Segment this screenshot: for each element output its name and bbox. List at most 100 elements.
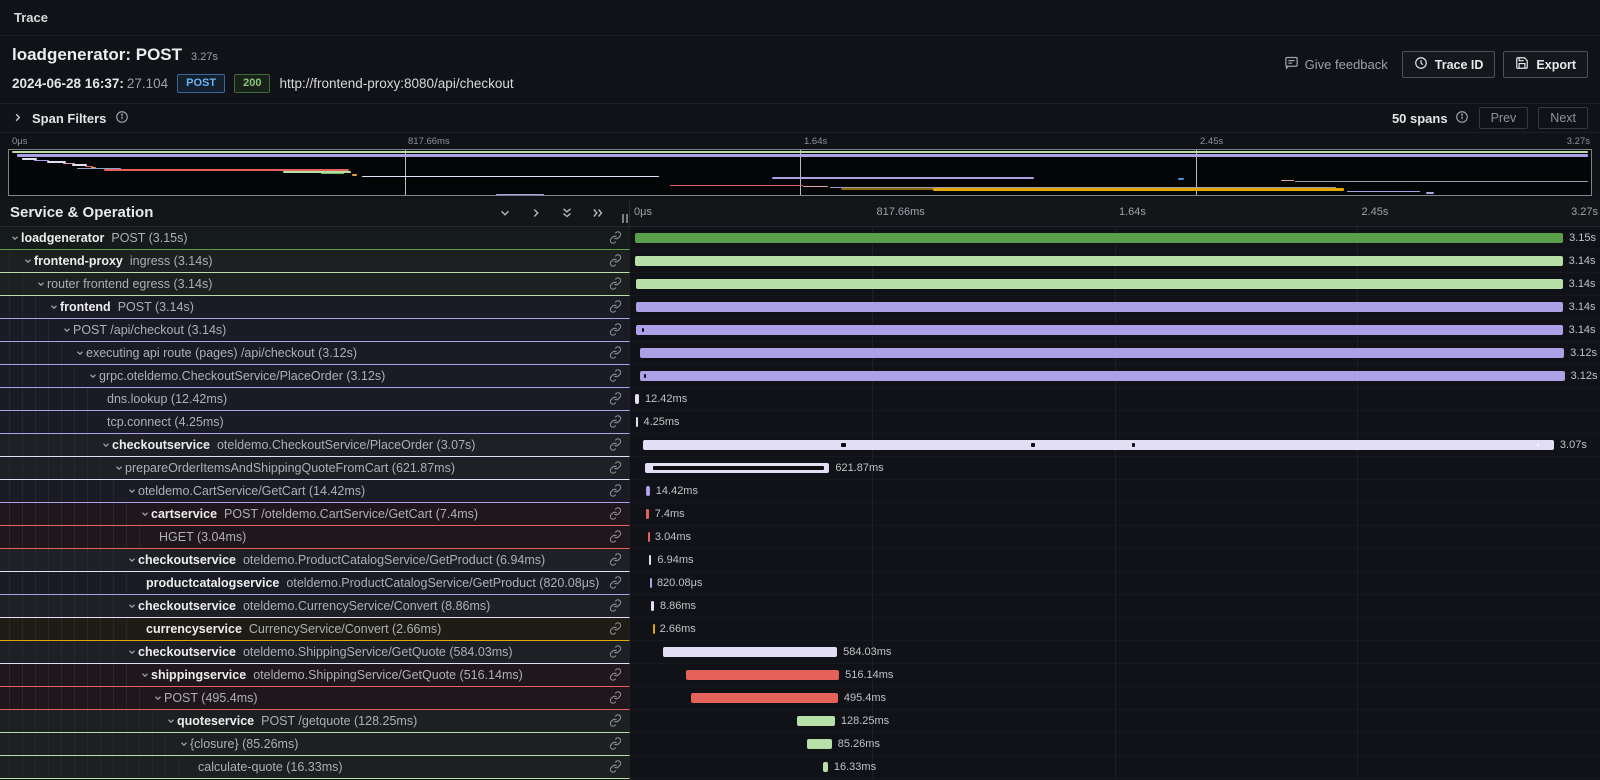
span-name-cell[interactable]: shippingserviceoteldemo.ShippingService/… [0, 664, 630, 687]
collapse-chevron-icon[interactable] [138, 670, 151, 680]
info-icon[interactable] [1455, 110, 1469, 127]
span-duration-bar[interactable] [650, 578, 652, 588]
trace-id-button[interactable]: Trace ID [1402, 51, 1496, 78]
span-duration-bar[interactable] [636, 417, 638, 427]
span-link-icon[interactable] [609, 484, 622, 502]
span-timeline-cell[interactable]: 3.12s [630, 365, 1600, 388]
span-name-cell[interactable]: productcatalogserviceoteldemo.ProductCat… [0, 572, 630, 595]
span-duration-bar[interactable] [686, 670, 839, 680]
span-link-icon[interactable] [609, 760, 622, 778]
span-link-icon[interactable] [609, 737, 622, 755]
span-duration-bar[interactable] [648, 532, 650, 542]
collapse-one-icon[interactable] [498, 206, 512, 220]
minimap-canvas[interactable] [8, 149, 1592, 196]
collapse-chevron-icon[interactable] [125, 601, 138, 611]
span-duration-bar[interactable] [807, 739, 832, 749]
span-link-icon[interactable] [609, 622, 622, 640]
span-link-icon[interactable] [609, 507, 622, 525]
span-duration-bar[interactable] [635, 233, 1563, 243]
collapse-chevron-icon[interactable] [112, 463, 125, 473]
span-name-cell[interactable]: tcp.connect (4.25ms) [0, 411, 630, 434]
span-name-cell[interactable]: frontend-proxyingress (3.14s) [0, 250, 630, 273]
span-link-icon[interactable] [609, 415, 622, 433]
span-duration-bar[interactable] [649, 555, 651, 565]
span-name-cell[interactable]: checkoutserviceoteldemo.CurrencyService/… [0, 595, 630, 618]
collapse-chevron-icon[interactable] [99, 440, 112, 450]
span-timeline-cell[interactable]: 495.4ms [630, 687, 1600, 710]
span-name-cell[interactable]: dns.lookup (12.42ms) [0, 388, 630, 411]
give-feedback-button[interactable]: Give feedback [1278, 51, 1394, 77]
span-timeline-cell[interactable]: 128.25ms [630, 710, 1600, 733]
span-duration-bar[interactable] [635, 256, 1562, 266]
span-name-cell[interactable]: executing api route (pages) /api/checkou… [0, 342, 630, 365]
span-timeline-cell[interactable]: 820.08μs [630, 572, 1600, 595]
span-name-cell[interactable]: HGET (3.04ms) [0, 526, 630, 549]
span-timeline-cell[interactable]: 6.94ms [630, 549, 1600, 572]
span-duration-bar[interactable] [635, 394, 639, 404]
span-timeline-cell[interactable]: 3.14s [630, 319, 1600, 342]
span-link-icon[interactable] [609, 530, 622, 548]
collapse-chevron-icon[interactable] [73, 348, 86, 358]
span-timeline-cell[interactable]: 3.14s [630, 273, 1600, 296]
export-button[interactable]: Export [1503, 51, 1588, 78]
collapse-chevron-icon[interactable] [138, 509, 151, 519]
span-timeline-cell[interactable]: 584.03ms [630, 641, 1600, 664]
span-timeline-cell[interactable]: 2.66ms [630, 618, 1600, 641]
collapse-chevron-icon[interactable] [125, 555, 138, 565]
span-duration-bar[interactable] [643, 440, 1554, 450]
info-icon[interactable] [115, 110, 129, 127]
span-duration-bar[interactable] [651, 601, 654, 611]
span-link-icon[interactable] [609, 553, 622, 571]
prev-span-button[interactable]: Prev [1479, 107, 1529, 129]
span-timeline-cell[interactable]: 516.14ms [630, 664, 1600, 687]
span-timeline-cell[interactable]: 8.86ms [630, 595, 1600, 618]
collapse-chevron-icon[interactable] [164, 716, 177, 726]
span-name-cell[interactable]: calculate-quote (16.33ms) [0, 756, 630, 779]
collapse-chevron-icon[interactable] [125, 647, 138, 657]
span-timeline-cell[interactable]: 3.04ms [630, 526, 1600, 549]
span-duration-bar[interactable] [640, 348, 1564, 358]
span-link-icon[interactable] [609, 645, 622, 663]
span-timeline-cell[interactable]: 3.07s [630, 434, 1600, 457]
span-duration-bar[interactable] [823, 762, 828, 772]
next-span-button[interactable]: Next [1538, 107, 1588, 129]
span-name-cell[interactable]: frontendPOST (3.14s) [0, 296, 630, 319]
span-link-icon[interactable] [609, 392, 622, 410]
span-timeline-cell[interactable]: 3.14s [630, 296, 1600, 319]
span-link-icon[interactable] [609, 277, 622, 295]
span-duration-bar[interactable] [636, 279, 1563, 289]
collapse-chevron-icon[interactable] [177, 739, 190, 749]
collapse-chevron-icon[interactable] [60, 325, 73, 335]
span-name-cell[interactable]: checkoutserviceoteldemo.CheckoutService/… [0, 434, 630, 457]
span-link-icon[interactable] [609, 691, 622, 709]
span-timeline-cell[interactable]: 4.25ms [630, 411, 1600, 434]
collapse-chevron-icon[interactable] [125, 486, 138, 496]
collapse-chevron-icon[interactable] [21, 256, 34, 266]
span-duration-bar[interactable] [636, 302, 1563, 312]
span-name-cell[interactable]: quoteservicePOST /getquote (128.25ms) [0, 710, 630, 733]
column-resize-handle[interactable] [622, 214, 628, 223]
span-timeline-cell[interactable]: 7.4ms [630, 503, 1600, 526]
span-link-icon[interactable] [609, 668, 622, 686]
span-name-cell[interactable]: currencyserviceCurrencyService/Convert (… [0, 618, 630, 641]
collapse-all-icon[interactable] [560, 206, 574, 220]
span-name-cell[interactable]: oteldemo.CartService/GetCart (14.42ms) [0, 480, 630, 503]
span-duration-bar[interactable] [646, 509, 648, 519]
span-name-cell[interactable]: prepareOrderItemsAndShippingQuoteFromCar… [0, 457, 630, 480]
span-link-icon[interactable] [609, 369, 622, 387]
span-link-icon[interactable] [609, 323, 622, 341]
span-name-cell[interactable]: router frontend egress (3.14s) [0, 273, 630, 296]
expand-all-icon[interactable] [591, 206, 605, 220]
span-timeline-cell[interactable]: 12.42ms [630, 388, 1600, 411]
span-link-icon[interactable] [609, 599, 622, 617]
collapse-chevron-icon[interactable] [151, 693, 164, 703]
span-timeline-cell[interactable]: 16.33ms [630, 756, 1600, 779]
span-name-cell[interactable]: checkoutserviceoteldemo.ProductCatalogSe… [0, 549, 630, 572]
collapse-chevron-icon[interactable] [8, 233, 21, 243]
span-duration-bar[interactable] [691, 693, 838, 703]
span-link-icon[interactable] [609, 714, 622, 732]
collapse-chevron-icon[interactable] [47, 302, 60, 312]
span-link-icon[interactable] [609, 576, 622, 594]
collapse-chevron-icon[interactable] [34, 279, 47, 289]
span-filters-toggle[interactable]: Span Filters [12, 110, 129, 127]
